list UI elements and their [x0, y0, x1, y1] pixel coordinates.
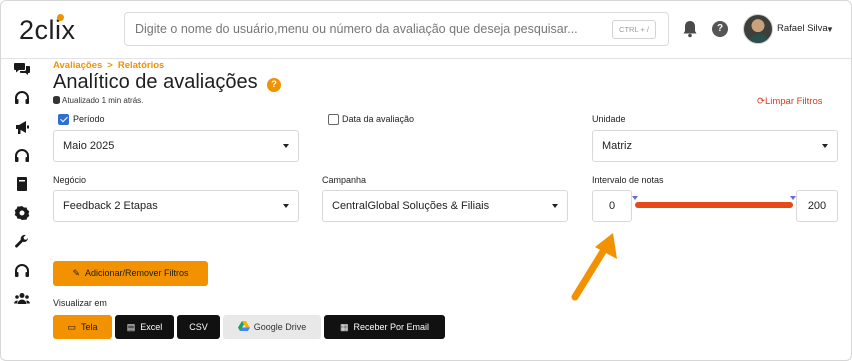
add-remove-filters-button[interactable]: ✎ Adicionar/Remover Filtros [53, 261, 208, 286]
annotation-arrow-icon [571, 233, 617, 301]
file-icon: ▤ [126, 322, 136, 332]
breadcrumb: Avaliações > Relatórios [53, 60, 164, 71]
bell-icon[interactable] [681, 19, 699, 39]
campanha-value: CentralGlobal Soluções & Filiais [332, 200, 490, 212]
unidade-select[interactable]: Matriz [592, 130, 838, 162]
headset-icon[interactable] [14, 90, 30, 106]
pencil-icon: ✎ [72, 268, 80, 278]
sidebar [1, 59, 41, 360]
monitor-icon: ▭ [67, 322, 76, 332]
chevron-down-icon [552, 204, 558, 208]
help-icon[interactable]: ? [267, 78, 281, 92]
view-email-label: Receber Por Email [353, 322, 430, 332]
campanha-label: Campanha [322, 175, 367, 185]
refresh-icon: ⟳ [757, 96, 765, 107]
unidade-value: Matriz [602, 140, 632, 152]
avatar[interactable] [743, 14, 773, 44]
google-drive-icon [237, 321, 250, 331]
chevron-down-icon [822, 144, 828, 148]
badge-icon[interactable] [14, 205, 30, 221]
updated-status: Atualizado 1 min atrás. [53, 96, 143, 105]
calendar-icon: ▦ [339, 322, 349, 332]
search-input[interactable] [135, 13, 605, 45]
clear-filters-link[interactable]: ⟳Limpar Filtros [757, 96, 823, 107]
view-tela-label: Tela [81, 322, 98, 332]
negocio-label: Negócio [53, 175, 87, 185]
view-label: Visualizar em [53, 298, 107, 308]
chevron-down-icon [283, 144, 289, 148]
database-icon [53, 96, 60, 104]
top-bar: 2clix CTRL + / ? Rafael Silva ▼ [1, 1, 851, 59]
view-csv-button[interactable]: CSV [177, 315, 220, 339]
chevron-down-icon[interactable]: ▼ [826, 25, 834, 34]
min-score-input[interactable]: 0 [592, 190, 632, 222]
help-icon[interactable]: ? [712, 21, 728, 37]
shortcut-hint: CTRL + / [612, 20, 656, 39]
score-range-slider[interactable] [632, 196, 796, 208]
search-box[interactable]: CTRL + / [124, 12, 669, 46]
periodo-checkbox[interactable] [58, 114, 69, 125]
intervalo-label: Intervalo de notas [592, 175, 664, 185]
min-handle[interactable] [632, 196, 638, 200]
wrench-icon[interactable] [14, 234, 30, 250]
negocio-select[interactable]: Feedback 2 Etapas [53, 190, 299, 222]
negocio-value: Feedback 2 Etapas [63, 200, 158, 212]
page-title: Analítico de avaliações [53, 71, 258, 93]
breadcrumb-item-avaliacoes[interactable]: Avaliações [53, 60, 102, 71]
chevron-down-icon [283, 204, 289, 208]
app-window: 2clix CTRL + / ? Rafael Silva ▼ Avaliaçõ… [0, 0, 852, 361]
view-excel-button[interactable]: ▤ Excel [115, 315, 174, 339]
max-score-input[interactable]: 200 [796, 190, 838, 222]
headset-icon[interactable] [14, 263, 30, 279]
clear-filters-label: Limpar Filtros [764, 96, 823, 107]
view-tela-button[interactable]: ▭ Tela [53, 315, 112, 339]
book-icon[interactable] [14, 176, 30, 192]
headset-icon[interactable] [14, 148, 30, 164]
periodo-label: Período [73, 114, 105, 124]
view-google-drive-button[interactable]: Google Drive [223, 315, 321, 339]
view-email-button[interactable]: ▦ Receber Por Email [324, 315, 445, 339]
megaphone-icon[interactable] [14, 119, 30, 135]
user-name[interactable]: Rafael Silva [777, 23, 828, 34]
data-avaliacao-label: Data da avaliação [342, 114, 415, 124]
periodo-value: Maio 2025 [63, 140, 115, 152]
view-excel-label: Excel [140, 322, 163, 332]
users-icon[interactable] [14, 291, 30, 307]
campanha-select[interactable]: CentralGlobal Soluções & Filiais [322, 190, 568, 222]
updated-text: Atualizado 1 min atrás. [62, 96, 144, 105]
periodo-select[interactable]: Maio 2025 [53, 130, 299, 162]
score-range-fill [635, 202, 793, 208]
add-remove-filters-label: Adicionar/Remover Filtros [85, 268, 189, 278]
logo-dot [57, 14, 64, 21]
unidade-label: Unidade [592, 114, 626, 124]
data-avaliacao-checkbox[interactable] [328, 114, 339, 125]
view-google-drive-label: Google Drive [253, 322, 307, 332]
logo[interactable]: 2clix [19, 15, 76, 46]
breadcrumb-separator: > [107, 60, 113, 71]
view-csv-label: CSV [189, 322, 208, 332]
chat-icon[interactable] [14, 61, 30, 77]
breadcrumb-item-relatorios[interactable]: Relatórios [118, 60, 164, 71]
